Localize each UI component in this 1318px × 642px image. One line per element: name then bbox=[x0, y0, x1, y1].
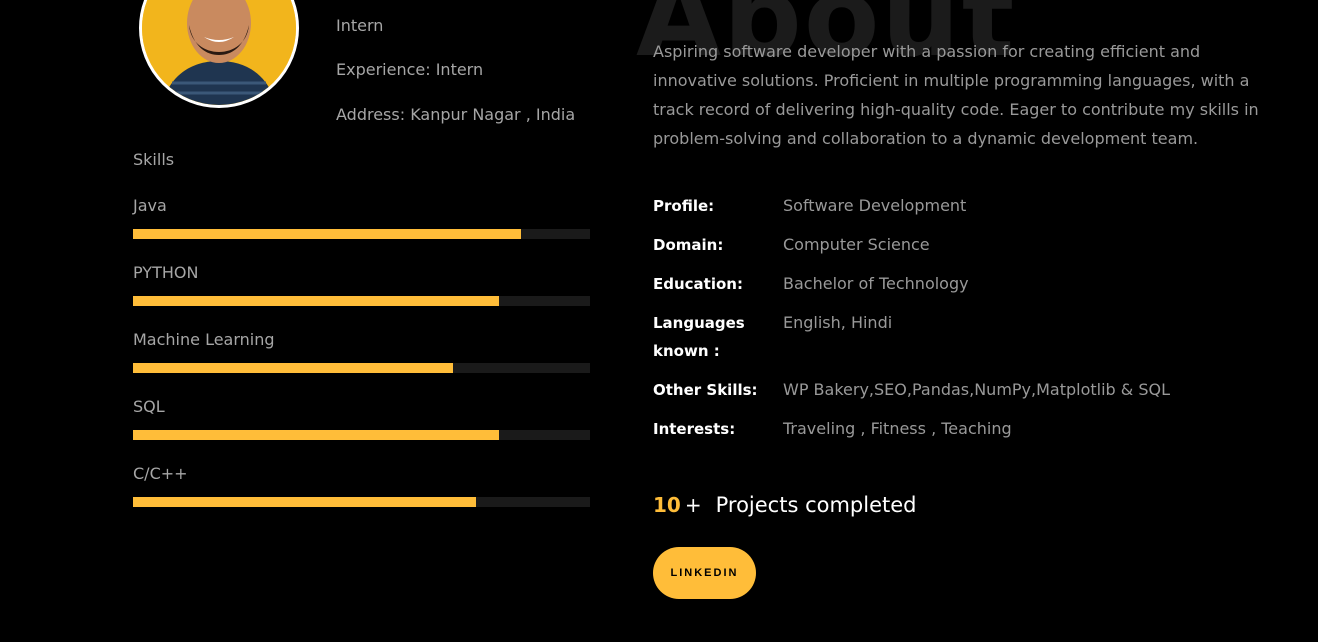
skill-progress-fill bbox=[133, 430, 499, 440]
skill-progress-track bbox=[133, 497, 590, 507]
skill-sql: SQL bbox=[133, 396, 590, 440]
skill-progress-track bbox=[133, 363, 590, 373]
detail-value: Software Development bbox=[783, 196, 967, 215]
detail-key: Education: bbox=[653, 275, 743, 293]
profile-role: Intern bbox=[336, 16, 384, 35]
skill-java: Java bbox=[133, 195, 590, 239]
detail-value: Bachelor of Technology bbox=[783, 274, 969, 293]
detail-key: Languages known : bbox=[653, 314, 745, 360]
skill-progress-track bbox=[133, 430, 590, 440]
skill-progress-fill bbox=[133, 296, 499, 306]
skills-heading: Skills bbox=[133, 150, 175, 169]
skill-label: PYTHON bbox=[133, 263, 199, 282]
linkedin-button[interactable]: LINKEDIN bbox=[653, 547, 756, 599]
profile-experience: Experience: Intern bbox=[336, 60, 484, 79]
projects-count: 10 bbox=[653, 493, 681, 517]
skill-label: Java bbox=[133, 196, 167, 215]
skill-label: Machine Learning bbox=[133, 330, 275, 349]
detail-key: Profile: bbox=[653, 197, 715, 215]
about-section: Intern Experience: Intern Address: Kanpu… bbox=[0, 0, 1318, 642]
profile-avatar bbox=[139, 0, 299, 108]
skill-progress-fill bbox=[133, 363, 453, 373]
detail-key: Interests: bbox=[653, 420, 736, 438]
profile-photo bbox=[142, 0, 296, 105]
projects-counter: 10 + Projects completed bbox=[653, 490, 917, 520]
detail-value: Computer Science bbox=[783, 235, 930, 254]
profile-address: Address: Kanpur Nagar , India bbox=[336, 105, 576, 124]
detail-value: WP Bakery,SEO,Pandas,NumPy,Matplotlib & … bbox=[783, 380, 1171, 399]
skill-progress-fill bbox=[133, 229, 522, 239]
detail-value: Traveling , Fitness , Teaching bbox=[783, 419, 1012, 438]
skill-c-cpp: C/C++ bbox=[133, 463, 590, 507]
skill-progress-track bbox=[133, 296, 590, 306]
skill-label: SQL bbox=[133, 397, 165, 416]
detail-value: English, Hindi bbox=[783, 313, 893, 332]
skill-label: C/C++ bbox=[133, 464, 188, 483]
projects-label: Projects completed bbox=[715, 493, 917, 517]
detail-key: Other Skills: bbox=[653, 381, 758, 399]
skill-python: PYTHON bbox=[133, 262, 590, 306]
skill-progress-fill bbox=[133, 497, 476, 507]
detail-key: Domain: bbox=[653, 236, 724, 254]
skill-machine-learning: Machine Learning bbox=[133, 329, 590, 373]
about-description: Aspiring software developer with a passi… bbox=[653, 42, 1259, 148]
skill-progress-track bbox=[133, 229, 590, 239]
projects-count-plus: + bbox=[684, 493, 702, 517]
